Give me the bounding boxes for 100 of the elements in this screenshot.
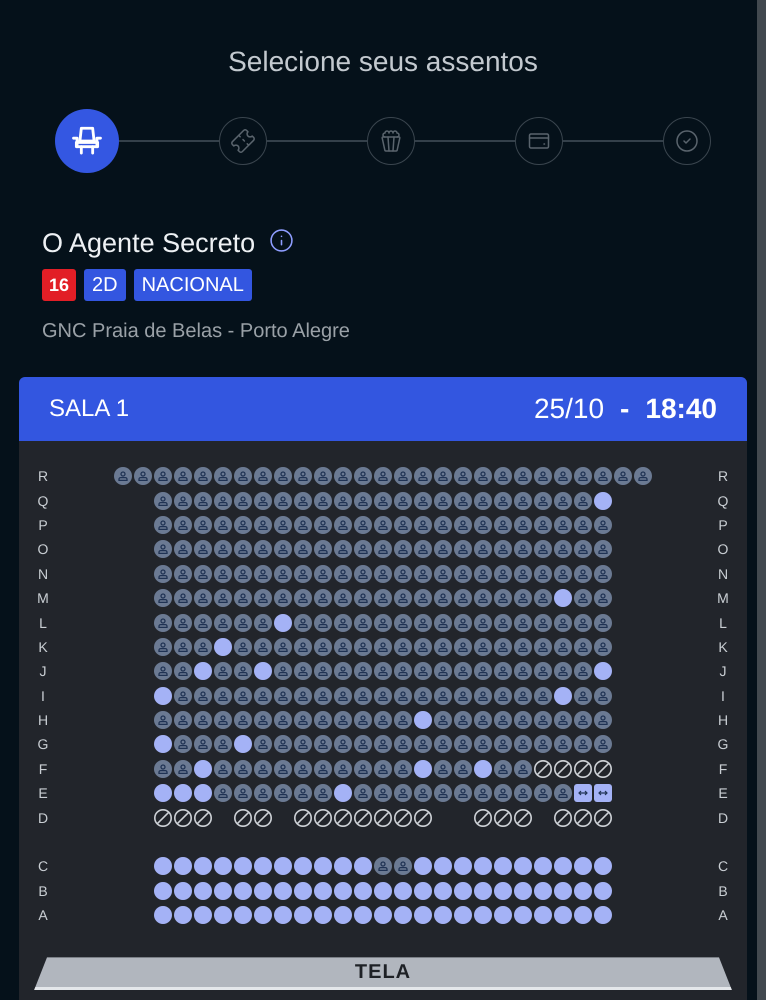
seat-button[interactable]: [574, 906, 592, 924]
seat-button[interactable]: [234, 857, 252, 876]
person-icon: [578, 568, 588, 579]
seat-button[interactable]: [154, 906, 172, 924]
scrollbar[interactable]: [757, 0, 766, 1000]
seat-button[interactable]: [414, 760, 432, 778]
seat-button[interactable]: [354, 906, 372, 924]
seat-button[interactable]: [274, 906, 292, 924]
seat-button[interactable]: [194, 857, 212, 876]
seat-button[interactable]: [594, 784, 612, 802]
info-icon[interactable]: [269, 228, 294, 252]
seat-button[interactable]: [194, 662, 212, 680]
seat-button[interactable]: [434, 906, 452, 924]
seat-button[interactable]: [294, 906, 312, 924]
seat-button[interactable]: [514, 906, 532, 924]
seat-button[interactable]: [594, 906, 612, 924]
seat-button[interactable]: [154, 784, 172, 802]
seat-button[interactable]: [234, 882, 252, 900]
seat-button[interactable]: [214, 906, 232, 924]
seat-button[interactable]: [214, 857, 232, 876]
seat-button[interactable]: [414, 906, 432, 924]
seat-button[interactable]: [214, 882, 232, 900]
seat-button[interactable]: [594, 882, 612, 900]
seat-button[interactable]: [494, 906, 512, 924]
seat-button[interactable]: [414, 882, 432, 900]
seat-button[interactable]: [554, 857, 572, 876]
seat-button[interactable]: [534, 882, 552, 900]
seat-button[interactable]: [314, 882, 332, 900]
person-icon: [258, 715, 268, 726]
seat-button[interactable]: [574, 784, 592, 802]
blocked-seat-icon: [374, 808, 392, 827]
seat-button[interactable]: [594, 857, 612, 876]
seat-button[interactable]: [334, 784, 352, 802]
seat-button[interactable]: [454, 882, 472, 900]
seat-button[interactable]: [154, 882, 172, 900]
seat-button[interactable]: [234, 735, 252, 754]
seat-button[interactable]: [174, 882, 192, 900]
seat-button[interactable]: [454, 857, 472, 876]
person-icon: [198, 642, 208, 652]
seat-button[interactable]: [334, 882, 352, 900]
seat-button[interactable]: [534, 906, 552, 924]
seat-button[interactable]: [254, 857, 272, 876]
seat-button[interactable]: [554, 906, 572, 924]
seat-button[interactable]: [574, 882, 592, 900]
seat-button[interactable]: [294, 857, 312, 876]
seat-button[interactable]: [514, 882, 532, 900]
seat-button[interactable]: [194, 882, 212, 900]
person-icon: [538, 666, 548, 676]
seat-button[interactable]: [314, 857, 332, 876]
seat-button[interactable]: [594, 662, 612, 680]
seat-button[interactable]: [294, 882, 312, 900]
seat-button[interactable]: [254, 882, 272, 900]
person-icon: [538, 690, 548, 701]
seat-button[interactable]: [354, 882, 372, 900]
seat-button[interactable]: [154, 686, 172, 705]
seat-button[interactable]: [334, 906, 352, 924]
seat-button[interactable]: [374, 882, 392, 900]
seat-button[interactable]: [174, 906, 192, 924]
seat-button[interactable]: [154, 857, 172, 876]
seat-button[interactable]: [194, 784, 212, 802]
seat-button[interactable]: [394, 882, 412, 900]
seat-button[interactable]: [574, 857, 592, 876]
seat-button[interactable]: [554, 882, 572, 900]
seat-button[interactable]: [474, 906, 492, 924]
seat-button[interactable]: [554, 589, 572, 608]
seat-button[interactable]: [174, 784, 192, 802]
seat-button[interactable]: [154, 735, 172, 754]
seat-button[interactable]: [474, 857, 492, 876]
person-icon: [278, 642, 288, 652]
seat-button[interactable]: [314, 906, 332, 924]
seat-button[interactable]: [554, 686, 572, 705]
seat-button[interactable]: [274, 882, 292, 900]
seat-button[interactable]: [374, 906, 392, 924]
seat-button[interactable]: [174, 857, 192, 876]
seat-button[interactable]: [414, 711, 432, 730]
seat-button[interactable]: [454, 906, 472, 924]
seat-button[interactable]: [474, 882, 492, 900]
seat-button[interactable]: [254, 662, 272, 680]
seat-button[interactable]: [434, 857, 452, 876]
seat-button[interactable]: [494, 882, 512, 900]
seat-button[interactable]: [234, 906, 252, 924]
seat-button[interactable]: [194, 906, 212, 924]
seat-button[interactable]: [514, 857, 532, 876]
seat-button[interactable]: [334, 857, 352, 876]
seat-button[interactable]: [414, 857, 432, 876]
blocked-seat-icon: [574, 760, 592, 778]
seat-button[interactable]: [254, 906, 272, 924]
seat-button[interactable]: [194, 760, 212, 778]
seat-button[interactable]: [274, 857, 292, 876]
seat-button[interactable]: [534, 857, 552, 876]
seat-button[interactable]: [474, 760, 492, 778]
seat-button[interactable]: [354, 857, 372, 876]
seat-button[interactable]: [274, 614, 292, 632]
person-icon: [418, 642, 428, 652]
person-icon: [298, 739, 308, 750]
seat-button[interactable]: [214, 638, 232, 656]
seat-button[interactable]: [394, 906, 412, 924]
seat-button[interactable]: [434, 882, 452, 900]
seat-button[interactable]: [594, 492, 612, 510]
seat-button[interactable]: [494, 857, 512, 876]
